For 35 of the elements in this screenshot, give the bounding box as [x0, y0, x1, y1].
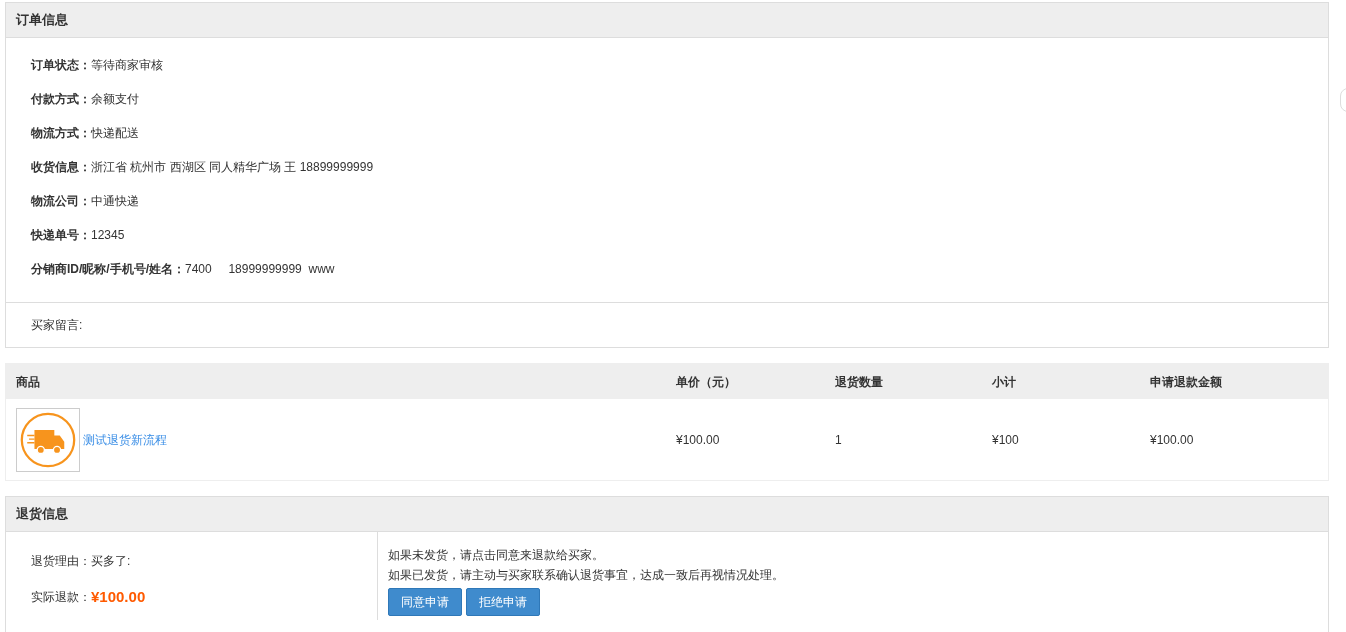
field-value: 中通快递 — [91, 193, 139, 210]
product-link[interactable]: 测试退货新流程 — [83, 430, 167, 449]
action-button[interactable]: 拒绝申请 — [466, 588, 540, 616]
column-header: 单价（元） — [676, 374, 736, 389]
table-cell: ¥100 — [992, 432, 1019, 447]
field-label: 收货信息： — [31, 159, 91, 176]
field-label: 快递单号： — [31, 227, 91, 244]
field-label: 物流公司： — [31, 193, 91, 210]
instruction-text: 如果已发货，请主动与买家联系确认退货事宜，达成一致后再视情况处理。 — [388, 568, 784, 582]
field-value: 余额支付 — [91, 91, 139, 108]
panel-title: 订单信息 — [16, 11, 68, 30]
column-header: 商品 — [16, 374, 40, 389]
reason-value: 买多了: — [91, 553, 131, 570]
refund-amount: ¥100.00 — [91, 587, 146, 607]
field-label: 物流方式： — [31, 125, 91, 142]
field-value: 12345 — [91, 227, 125, 244]
instruction-text: 如果未发货，请点击同意来退款给买家。 — [388, 548, 604, 562]
panel-title: 退货信息 — [16, 505, 68, 524]
column-header: 小计 — [992, 374, 1016, 389]
field-value: 浙江省 杭州市 西湖区 同人精华广场 王 18899999999 — [91, 159, 374, 176]
column-header: 退货数量 — [835, 374, 883, 389]
column-header: 申请退款金额 — [1150, 374, 1222, 389]
field-value: 等待商家审核 — [91, 57, 163, 74]
action-button[interactable]: 同意申请 — [388, 588, 462, 616]
field-label: 付款方式： — [31, 91, 91, 108]
field-label: 订单状态： — [31, 57, 91, 74]
field-value: 快递配送 — [91, 125, 139, 142]
field-label: 分销商ID/昵称/手机号/姓名： — [31, 261, 185, 278]
buyer-message-label: 买家留言: — [31, 317, 83, 334]
refund-label: 实际退款： — [31, 589, 91, 607]
reason-label: 退货理由： — [31, 553, 91, 570]
table-cell: ¥100.00 — [676, 432, 720, 447]
table-cell: ¥100.00 — [1150, 432, 1194, 447]
field-value: 7400 18999999999 www — [185, 261, 335, 278]
table-cell: 1 — [835, 432, 842, 447]
